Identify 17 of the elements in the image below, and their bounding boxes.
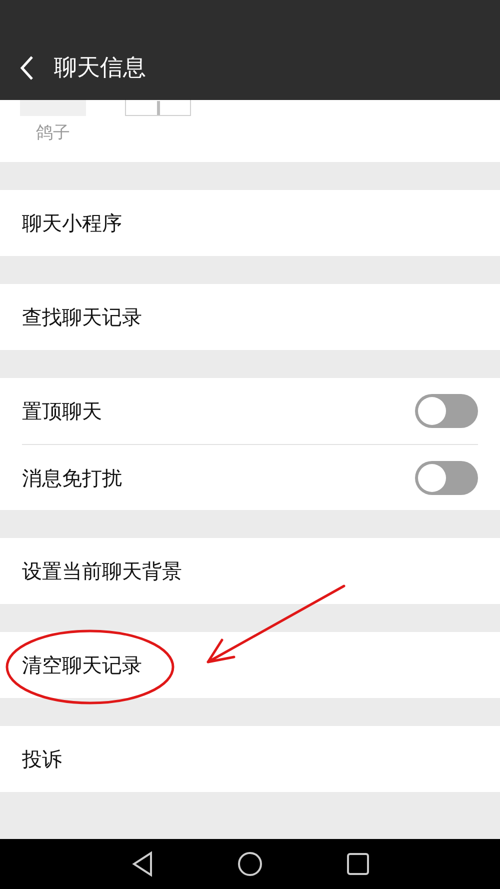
toggle-switch[interactable] [415, 460, 478, 494]
row-label: 消息免打扰 [22, 464, 122, 492]
row-label: 投诉 [22, 746, 62, 773]
settings-row[interactable]: 置顶聊天 [22, 378, 478, 444]
home-circle-icon[interactable] [237, 851, 263, 877]
toggle-switch[interactable] [415, 394, 478, 428]
recents-square-icon[interactable] [347, 853, 369, 875]
member-name: 鸽子 [36, 122, 70, 145]
row-label: 聊天小程序 [22, 210, 122, 237]
row-label: 清空聊天记录 [22, 652, 142, 679]
row-label: 查找聊天记录 [22, 304, 142, 331]
header-title: 聊天信息 [54, 54, 146, 83]
settings-row[interactable]: 消息免打扰 [22, 444, 478, 510]
row-label: 置顶聊天 [22, 398, 102, 425]
row-label: 设置当前聊天背景 [22, 558, 182, 585]
back-icon[interactable] [18, 55, 36, 81]
back-triangle-icon[interactable] [131, 851, 153, 877]
